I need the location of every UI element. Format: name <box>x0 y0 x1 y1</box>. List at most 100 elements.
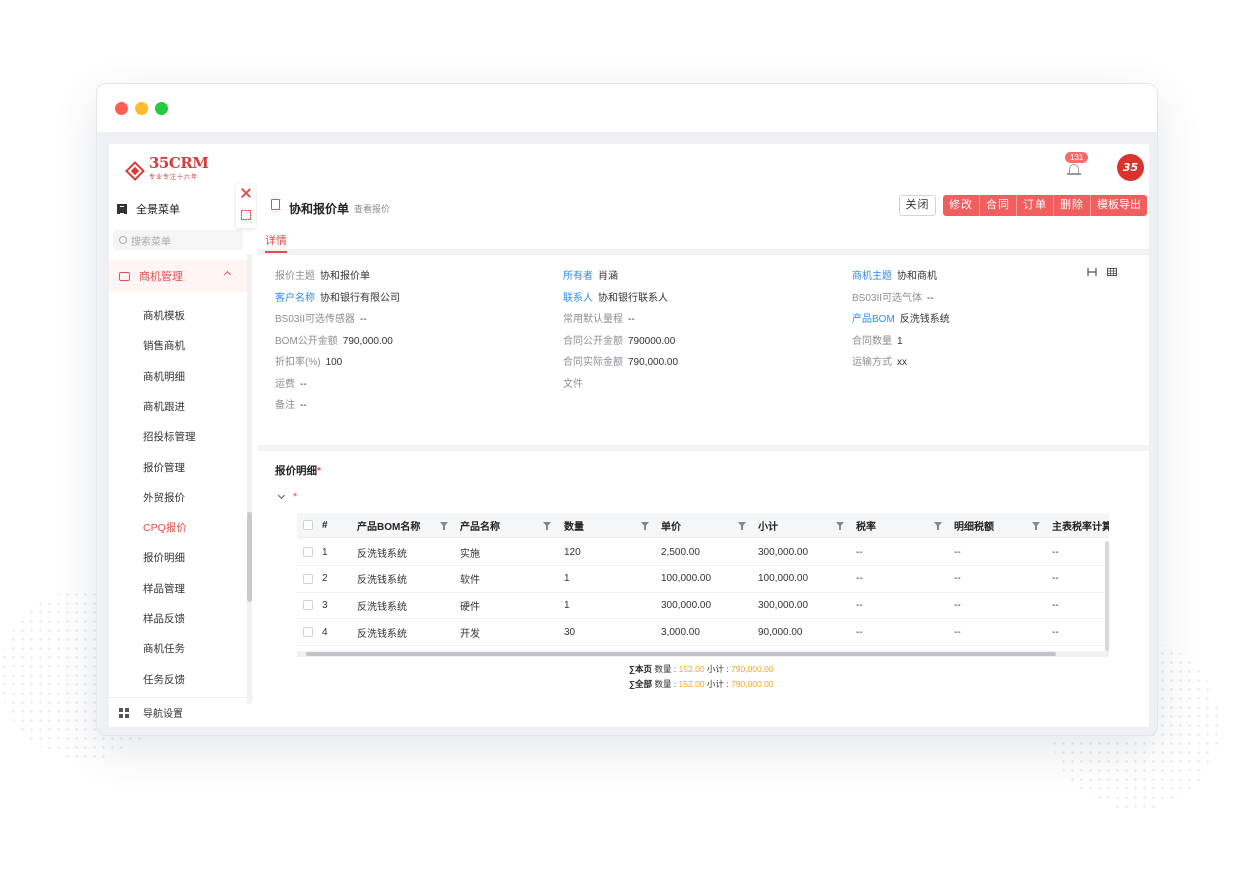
filter-icon[interactable] <box>738 522 746 530</box>
sidebar-item[interactable]: CPQ报价 <box>143 520 187 535</box>
column-header[interactable]: 税率 <box>856 513 876 537</box>
sidebar-item[interactable]: 商机跟进 <box>143 399 185 414</box>
table-view-icon[interactable] <box>1107 268 1117 276</box>
field-label[interactable]: 所有者 <box>563 271 593 282</box>
close-dot[interactable] <box>115 102 128 115</box>
sidebar-group-label: 商机管理 <box>139 271 183 283</box>
avatar[interactable]: 35 <box>1117 154 1144 181</box>
sidebar-item[interactable]: 商机模板 <box>143 308 185 323</box>
field-value: 协和报价单 <box>320 271 370 282</box>
bell-icon[interactable] <box>1067 162 1081 176</box>
sidebar-item[interactable]: 样品反馈 <box>143 611 185 626</box>
table-cell: -- <box>1052 573 1059 585</box>
search-input[interactable]: 搜索菜单 <box>113 230 243 250</box>
table-row[interactable]: 1 反洗钱系统 实施 120 2,500.00 300,000.00 -- -- -- <box>297 539 1109 566</box>
sidebar-item[interactable]: 任务反馈 <box>143 672 185 687</box>
table-cell: 3 <box>322 599 328 611</box>
table-cell: -- <box>856 546 863 558</box>
table-cell: -- <box>1052 599 1059 611</box>
select-all-checkbox[interactable] <box>303 513 313 537</box>
sidebar-item[interactable]: 商机明细 <box>143 369 185 384</box>
field-row: BOM公开金额 790,000.00 <box>275 332 393 347</box>
row-checkbox[interactable] <box>303 619 313 645</box>
column-header[interactable]: 产品名称 <box>460 513 500 537</box>
table-cell: 实施 <box>460 548 480 560</box>
close-icon[interactable] <box>241 188 251 198</box>
field-row: 产品BOM 反洗钱系统 <box>852 310 950 325</box>
minimize-dot[interactable] <box>135 102 148 115</box>
delete-button[interactable]: 删除 <box>1054 195 1091 216</box>
browser-window: 35CRM 专业专注十六年 131 35 全景菜单 搜索菜单 商机管理 商机模板… <box>96 83 1158 736</box>
sidebar-item[interactable]: 样品管理 <box>143 581 185 596</box>
field-label[interactable]: 客户名称 <box>275 293 315 304</box>
quote-items-table: # 产品BOM名称 产品名称 数量 单价 小计 税率 明细税额 主表税率计算 1 反洗钱系统 实施 1… <box>297 513 1109 647</box>
field-value: -- <box>927 292 934 304</box>
summary-all: ∑全部 数量 : 152.00 小计 : 790,000.00 <box>629 679 774 689</box>
edit-button[interactable]: 修改 <box>943 195 980 216</box>
maximize-dot[interactable] <box>155 102 168 115</box>
column-header[interactable]: 单价 <box>661 513 681 537</box>
filter-icon[interactable] <box>440 522 448 530</box>
table-hscrollbar[interactable] <box>306 652 1056 656</box>
detail-fields: 报价主题 协和报价单 客户名称 协和银行有限公司 BS03II可选传感器 -- BOM公开金… <box>257 255 1149 445</box>
action-button-group: 修改 合同 订单 删除 模板导出 <box>943 195 1147 216</box>
column-header[interactable]: 明细税额 <box>954 513 994 537</box>
table-cell: 3,000.00 <box>661 626 700 638</box>
filter-icon[interactable] <box>543 522 551 530</box>
filter-icon[interactable] <box>934 522 942 530</box>
sidebar-item[interactable]: 招投标管理 <box>143 429 196 444</box>
row-checkbox[interactable] <box>303 566 313 592</box>
field-label: BS03II可选气体 <box>852 292 923 304</box>
column-header[interactable]: 产品BOM名称 <box>357 513 420 537</box>
all-menu-button[interactable]: 全景菜单 <box>109 200 254 218</box>
column-header[interactable]: # <box>322 513 328 537</box>
logo-diamond-icon <box>124 160 146 182</box>
column-header[interactable]: 主表税率计算 <box>1052 513 1109 537</box>
field-label[interactable]: 产品BOM <box>852 314 895 325</box>
sidebar-item[interactable]: 报价管理 <box>143 460 185 475</box>
table-vscrollbar[interactable] <box>1105 541 1109 651</box>
filter-icon[interactable] <box>641 522 649 530</box>
template-export-button[interactable]: 模板导出 <box>1091 195 1147 216</box>
contract-button[interactable]: 合同 <box>980 195 1017 216</box>
table-row[interactable]: 3 反洗钱系统 硬件 1 300,000.00 300,000.00 -- -- -- <box>297 592 1109 620</box>
close-button[interactable]: 关闭 <box>899 195 936 216</box>
brand-name: 35CRM <box>149 154 209 172</box>
table-row[interactable]: 4 反洗钱系统 开发 30 3,000.00 90,000.00 -- -- -- <box>297 619 1109 647</box>
order-button[interactable]: 订单 <box>1017 195 1054 216</box>
sidebar-group-opportunity[interactable]: 商机管理 <box>109 260 247 292</box>
table-cell: 开发 <box>460 628 480 640</box>
column-width-icon[interactable] <box>1087 268 1097 276</box>
field-label: BS03II可选传感器 <box>275 314 356 325</box>
sidebar-item[interactable]: 报价明细 <box>143 550 185 565</box>
table-cell: 30 <box>564 626 576 638</box>
field-row: 联系人 协和银行联系人 <box>563 289 668 304</box>
nav-settings-button[interactable]: 导航设置 <box>109 697 254 727</box>
sidebar-item[interactable]: 销售商机 <box>143 338 185 353</box>
table-cell: 软件 <box>460 575 480 587</box>
column-header[interactable]: 数量 <box>564 513 584 537</box>
row-checkbox[interactable] <box>303 539 313 565</box>
field-value: 协和银行联系人 <box>598 292 668 304</box>
chevron-down-icon[interactable] <box>277 491 286 500</box>
menu-icon <box>117 204 127 214</box>
chevron-up-icon[interactable] <box>223 270 232 279</box>
sidebar-item[interactable]: 商机任务 <box>143 641 185 656</box>
filter-icon[interactable] <box>836 522 844 530</box>
collapse-icon[interactable] <box>241 210 251 220</box>
table-row[interactable]: 2 反洗钱系统 软件 1 100,000.00 100,000.00 -- -- -- <box>297 566 1109 593</box>
field-label: 合同公开金额 <box>563 335 623 347</box>
field-row: 常用默认量程 -- <box>563 310 635 325</box>
panel-float-controls <box>236 184 256 228</box>
sidebar-scrollbar[interactable] <box>247 512 252 602</box>
row-checkbox[interactable] <box>303 592 313 618</box>
column-header[interactable]: 小计 <box>758 513 778 537</box>
filter-icon[interactable] <box>1032 522 1040 530</box>
field-label[interactable]: 联系人 <box>563 293 593 304</box>
tab-details[interactable]: 详情 <box>265 232 287 253</box>
quote-items-section: 报价明细* * # 产品BOM名称 产品名称 数量 单价 小计 税率 明细税额 主表税率计算 1… <box>257 451 1149 727</box>
grid-icon <box>119 707 129 718</box>
brand-logo[interactable]: 35CRM 专业专注十六年 <box>124 154 209 186</box>
sidebar-item[interactable]: 外贸报价 <box>143 490 185 505</box>
field-label[interactable]: 商机主题 <box>852 271 892 282</box>
